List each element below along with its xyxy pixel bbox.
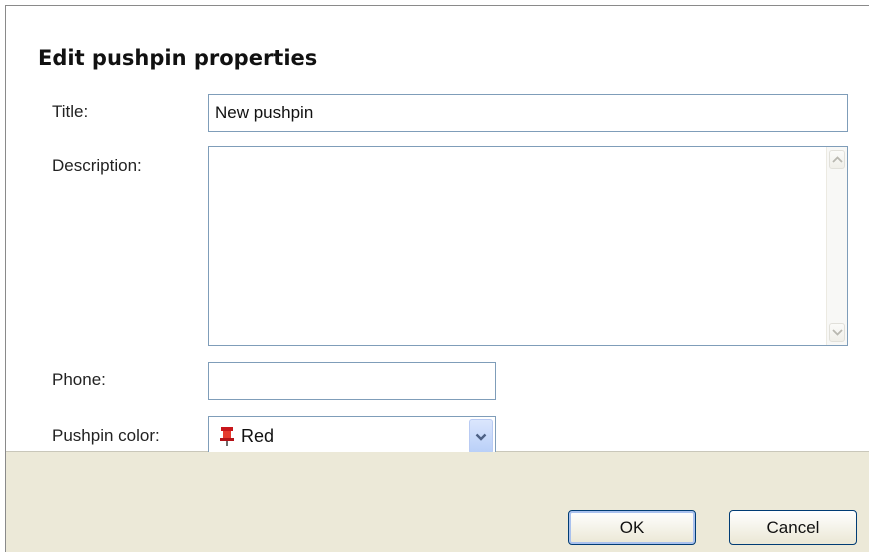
title-field[interactable] (208, 94, 848, 132)
scroll-up-button[interactable] (829, 150, 845, 169)
pushpin-color-select[interactable]: Red (208, 416, 496, 457)
description-input[interactable] (209, 147, 827, 345)
phone-label: Phone: (52, 370, 106, 389)
pushpin-color-label: Pushpin color: (52, 426, 160, 445)
pushpin-color-value: Red (241, 426, 275, 446)
cancel-button[interactable]: Cancel (729, 510, 857, 545)
phone-field[interactable] (208, 362, 496, 400)
edit-pushpin-dialog: Edit pushpin properties Title: Descripti… (5, 5, 869, 552)
pushpin-icon (220, 427, 234, 446)
dialog-heading: Edit pushpin properties (38, 46, 318, 70)
phone-input[interactable] (209, 363, 495, 399)
chevron-up-icon (831, 156, 843, 163)
chevron-down-icon (831, 329, 843, 336)
ok-button[interactable]: OK (568, 510, 696, 545)
chevron-down-icon (475, 433, 487, 441)
dialog-footer: OK Cancel (6, 452, 869, 552)
title-label: Title: (52, 102, 89, 121)
description-scrollbar[interactable] (826, 147, 847, 345)
description-field[interactable] (208, 146, 848, 346)
scroll-down-button[interactable] (829, 323, 845, 342)
title-input[interactable] (209, 95, 847, 131)
pushpin-color-dropdown-button[interactable] (469, 419, 493, 454)
description-label: Description: (52, 156, 142, 175)
dialog-content: Edit pushpin properties Title: Descripti… (6, 6, 869, 457)
